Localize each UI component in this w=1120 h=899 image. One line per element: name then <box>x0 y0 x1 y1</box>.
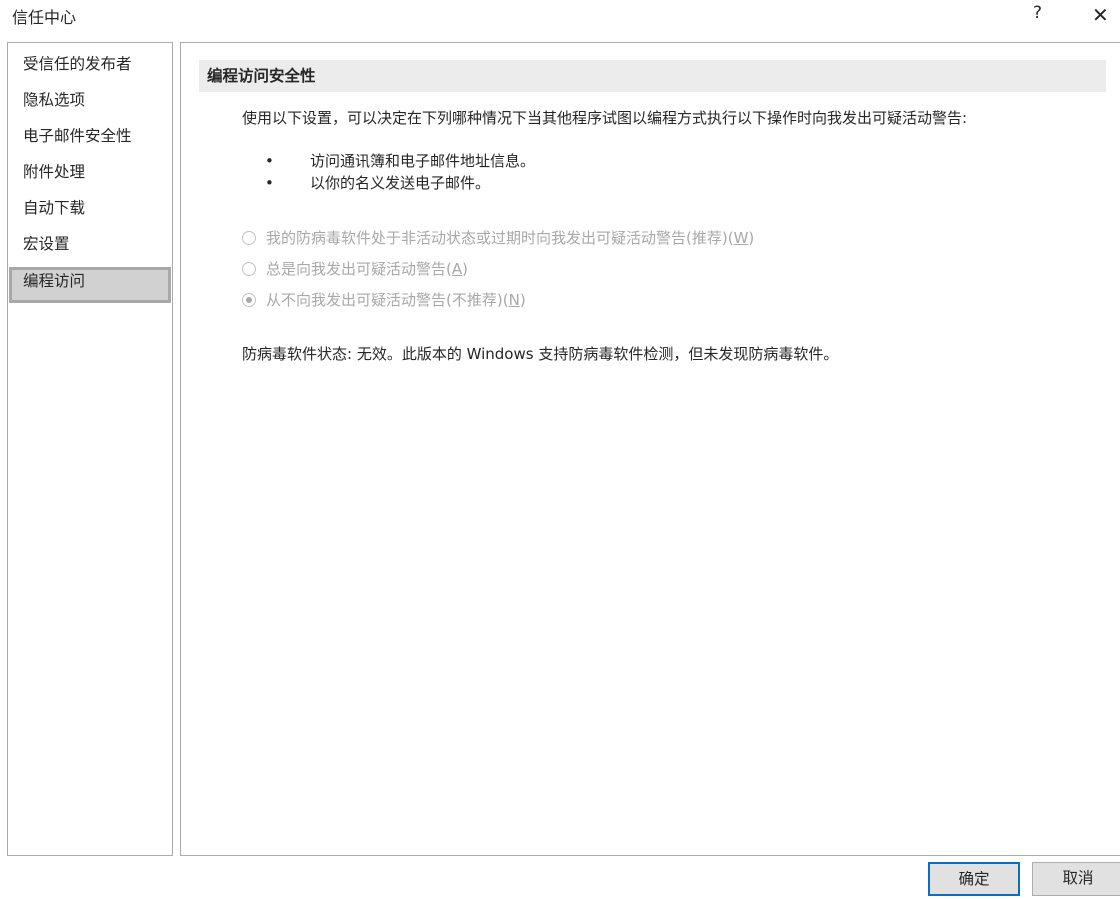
window-title: 信任中心 <box>12 8 77 27</box>
sidebar-item-macro-settings[interactable]: 宏设置 <box>9 231 171 267</box>
help-icon[interactable]: ? <box>1033 3 1042 23</box>
radio-label: 从不向我发出可疑活动警告(不推荐) <box>266 291 503 309</box>
radio-circle[interactable] <box>242 230 256 245</box>
section-header: 编程访问安全性 <box>199 60 1106 92</box>
antivirus-status: 防病毒软件状态: 无效。此版本的 Windows 支持防病毒软件检测，但未发现防… <box>242 345 839 363</box>
sidebar-item-privacy-options[interactable]: 隐私选项 <box>9 87 171 123</box>
bullet-text: 以你的名义发送电子邮件。 <box>310 174 491 192</box>
sidebar: 受信任的发布者 隐私选项 电子邮件安全性 附件处理 自动下载 宏设置 编程访问 <box>7 42 173 856</box>
bullet-text: 访问通讯簿和电子邮件地址信息。 <box>310 152 536 170</box>
sidebar-item-attachment-handling[interactable]: 附件处理 <box>9 159 171 195</box>
sidebar-item-email-security[interactable]: 电子邮件安全性 <box>9 123 171 159</box>
radio-circle[interactable] <box>242 261 256 276</box>
bullet-item: • 以你的名义发送电子邮件。 <box>265 172 490 193</box>
radio-label: 总是向我发出可疑活动警告 <box>266 260 447 278</box>
access-key: N <box>508 290 520 309</box>
access-key: W <box>733 228 749 247</box>
description: 使用以下设置，可以决定在下列哪种情况下当其他程序试图以编程方式执行以下操作时向我… <box>242 109 968 127</box>
radio-circle-checked[interactable] <box>242 292 256 307</box>
sidebar-item-programmatic-access[interactable]: 编程访问 <box>9 267 171 303</box>
cancel-button[interactable]: 取消 <box>1032 862 1120 896</box>
sidebar-item-automatic-download[interactable]: 自动下载 <box>9 195 171 231</box>
radio-always-warn[interactable]: 总是向我发出可疑活动警告(A) <box>242 258 468 279</box>
bullet-icon: • <box>265 174 274 192</box>
bullet-item: • 访问通讯簿和电子邮件地址信息。 <box>265 150 535 171</box>
sidebar-item-trusted-publishers[interactable]: 受信任的发布者 <box>9 51 171 87</box>
radio-never-warn[interactable]: 从不向我发出可疑活动警告(不推荐)(N) <box>242 289 526 310</box>
bullet-icon: • <box>265 152 274 170</box>
close-icon[interactable]: ✕ <box>1092 3 1109 27</box>
radio-warn-when-antivirus-inactive[interactable]: 我的防病毒软件处于非活动状态或过期时向我发出可疑活动警告(推荐)(W) <box>242 227 754 248</box>
content-panel: 编程访问安全性 使用以下设置，可以决定在下列哪种情况下当其他程序试图以编程方式执… <box>180 42 1120 856</box>
access-key: A <box>451 259 463 278</box>
radio-label: 我的防病毒软件处于非活动状态或过期时向我发出可疑活动警告(推荐) <box>266 229 728 247</box>
ok-button[interactable]: 确定 <box>928 862 1020 896</box>
